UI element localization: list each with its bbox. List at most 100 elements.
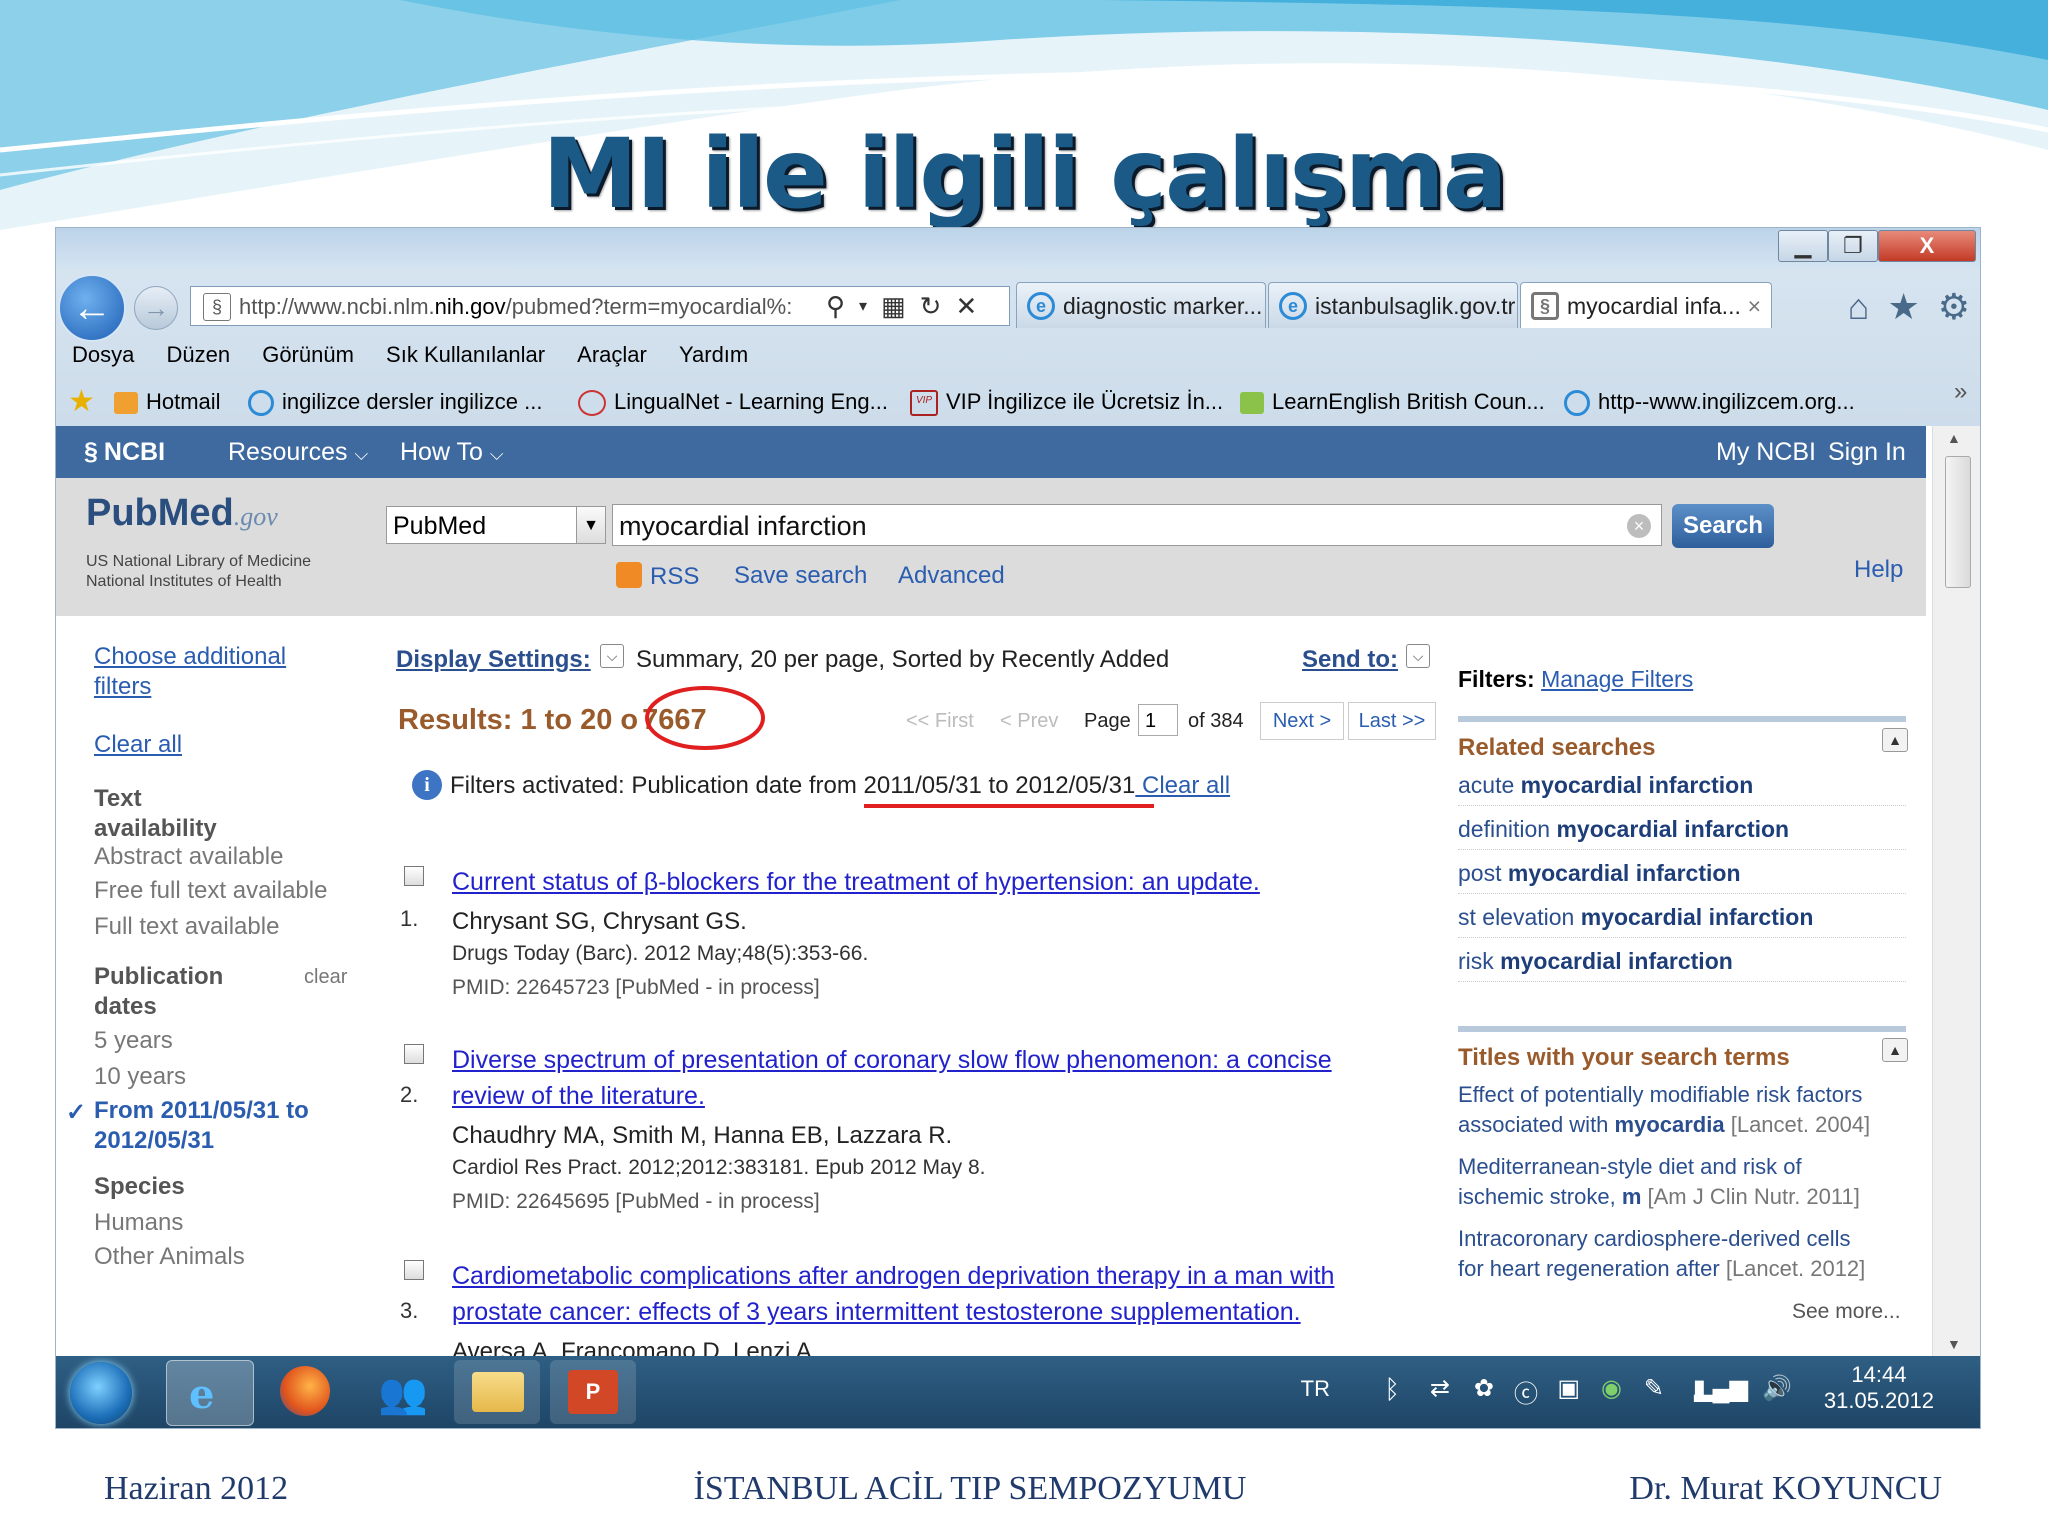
prev-page-link[interactable]: < Prev: [1000, 710, 1058, 733]
tab-diagnostic[interactable]: e diagnostic marker...: [1016, 282, 1266, 328]
rss-link[interactable]: RSS: [616, 562, 699, 591]
filter-10-years[interactable]: 10 years: [94, 1062, 186, 1092]
result-title-link[interactable]: Cardiometabolic complications after andr…: [452, 1258, 1432, 1330]
favorites-overflow-icon[interactable]: »: [1954, 368, 1967, 416]
start-button[interactable]: [70, 1362, 132, 1424]
clear-search-icon[interactable]: ×: [1627, 514, 1651, 538]
see-more-link[interactable]: See more...: [1792, 1300, 1901, 1324]
volume-icon[interactable]: 🔊: [1762, 1374, 1792, 1403]
choose-filters-link[interactable]: Choose additional filters: [94, 642, 286, 702]
scroll-up-icon[interactable]: ▲: [1947, 430, 1961, 446]
gear-icon[interactable]: ⚙: [1938, 286, 1970, 328]
tray-app-icon[interactable]: ▣: [1557, 1374, 1580, 1403]
search-icon[interactable]: ⚲: [826, 291, 845, 322]
collapse-icon[interactable]: ▲: [1882, 728, 1908, 752]
help-link[interactable]: Help: [1854, 556, 1903, 584]
scroll-down-icon[interactable]: ▼: [1947, 1336, 1961, 1352]
home-icon[interactable]: ⌂: [1848, 286, 1870, 328]
taskbar-powerpoint[interactable]: P: [550, 1360, 636, 1424]
taskbar-messenger[interactable]: 👥: [358, 1360, 444, 1424]
scroll-thumb[interactable]: [1945, 456, 1971, 588]
manage-filters-link[interactable]: Manage Filters: [1541, 666, 1693, 692]
related-search-item[interactable]: acute myocardial infarction: [1458, 772, 1906, 806]
filter-humans[interactable]: Humans: [94, 1208, 183, 1238]
menu-sik-kullanilanlar[interactable]: Sık Kullanılanlar: [386, 342, 545, 367]
collapse-icon[interactable]: ▲: [1882, 1038, 1908, 1062]
clock[interactable]: 14:44 31.05.2012: [1824, 1362, 1934, 1414]
menu-yardim[interactable]: Yardım: [679, 342, 748, 367]
tab-istanbulsaglik[interactable]: e istanbulsaglik.gov.tr: [1268, 282, 1518, 328]
language-indicator[interactable]: TR: [1301, 1376, 1330, 1402]
send-to-link[interactable]: Send to:: [1302, 646, 1398, 674]
publication-dates-clear[interactable]: clear: [304, 962, 347, 992]
menu-dosya[interactable]: Dosya: [72, 342, 134, 367]
result-checkbox[interactable]: [404, 1044, 424, 1064]
close-window-button[interactable]: X: [1878, 230, 1976, 262]
database-select[interactable]: PubMed ▼: [386, 506, 606, 544]
sign-in-link[interactable]: Sign In: [1828, 426, 1906, 478]
search-input[interactable]: myocardial infarction ×: [612, 504, 1662, 546]
filter-full-text[interactable]: Full text available: [94, 912, 279, 942]
forward-button[interactable]: →: [134, 286, 178, 330]
add-favorite-star-icon[interactable]: ★: [68, 378, 95, 426]
taskbar-explorer[interactable]: [454, 1360, 540, 1424]
fav-ingilizce-dersler[interactable]: ingilizce dersler ingilizce ...: [248, 378, 542, 426]
next-page-button[interactable]: Next >: [1260, 702, 1344, 740]
fav-lingualnet[interactable]: LingualNet - Learning Eng...: [578, 378, 888, 426]
favorites-star-icon[interactable]: ★: [1887, 286, 1919, 328]
taskbar-firefox[interactable]: [262, 1360, 348, 1424]
menu-araclar[interactable]: Araçlar: [577, 342, 647, 367]
filter-abstract-available[interactable]: Abstract available: [94, 842, 283, 872]
fav-ingilizcem[interactable]: http--www.ingilizcem.org...: [1564, 378, 1855, 426]
page-number-input[interactable]: 1: [1138, 704, 1178, 736]
vertical-scrollbar[interactable]: ▲ ▼: [1932, 426, 1980, 1356]
refresh-icon[interactable]: ↻: [920, 291, 942, 322]
my-ncbi-link[interactable]: My NCBI: [1716, 426, 1816, 478]
stop-icon[interactable]: ✕: [955, 291, 977, 322]
taskbar-ie[interactable]: e: [166, 1360, 254, 1426]
save-search-link[interactable]: Save search: [734, 562, 867, 590]
tray-app-icon[interactable]: ⓒ: [1514, 1374, 1538, 1409]
related-search-item[interactable]: definition myocardial infarction: [1458, 816, 1906, 850]
compat-view-icon[interactable]: ▦: [881, 291, 906, 322]
close-tab-icon[interactable]: ×: [1748, 283, 1761, 328]
bluetooth-icon[interactable]: ᛒ: [1384, 1374, 1400, 1405]
title-with-terms-item[interactable]: Intracoronary cardiosphere-derived cells…: [1458, 1224, 1918, 1284]
resources-menu[interactable]: Resources ⌵: [228, 426, 368, 480]
clear-all-filters-link[interactable]: Clear all: [94, 730, 182, 760]
result-checkbox[interactable]: [404, 866, 424, 886]
pubmed-logo[interactable]: PubMed.gov: [86, 492, 278, 535]
menu-gorunum[interactable]: Görünüm: [262, 342, 354, 367]
search-button[interactable]: Search: [1672, 504, 1774, 548]
title-with-terms-item[interactable]: Mediterranean-style diet and risk of isch…: [1458, 1152, 1918, 1212]
filter-free-full-text[interactable]: Free full text available: [94, 876, 327, 906]
dropdown-icon[interactable]: ▾: [859, 296, 867, 316]
first-page-link[interactable]: << First: [906, 710, 974, 733]
tray-app-icon[interactable]: ✿: [1474, 1374, 1494, 1403]
filter-custom-date-range[interactable]: From 2011/05/31 to 2012/05/31: [94, 1096, 309, 1156]
ncbi-logo[interactable]: § NCBI: [84, 426, 165, 478]
minimize-button[interactable]: ▁: [1778, 230, 1828, 262]
fav-hotmail[interactable]: Hotmail: [114, 378, 221, 426]
howto-menu[interactable]: How To ⌵: [400, 426, 504, 480]
chevron-down-icon[interactable]: ⌵: [1406, 644, 1430, 668]
display-settings-link[interactable]: Display Settings:: [396, 646, 591, 674]
tray-app-icon[interactable]: ◉: [1601, 1374, 1622, 1403]
maximize-button[interactable]: ❐: [1828, 230, 1878, 262]
advanced-link[interactable]: Advanced: [898, 562, 1005, 590]
filters-clear-all-link[interactable]: Clear all: [1135, 772, 1230, 799]
filter-5-years[interactable]: 5 years: [94, 1026, 173, 1056]
signal-icon[interactable]: ▂▄▆: [1694, 1374, 1748, 1403]
last-page-button[interactable]: Last >>: [1348, 702, 1436, 740]
tab-myocardial[interactable]: § myocardial infa... ×: [1520, 282, 1772, 328]
chevron-down-icon[interactable]: ⌵: [600, 644, 624, 668]
menu-duzen[interactable]: Düzen: [166, 342, 230, 367]
fav-learnenglish[interactable]: LearnEnglish British Coun...: [1240, 378, 1545, 426]
result-title-link[interactable]: Diverse spectrum of presentation of coro…: [452, 1042, 1432, 1114]
title-with-terms-item[interactable]: Effect of potentially modifiable risk fa…: [1458, 1080, 1918, 1140]
network-icon[interactable]: ⇄: [1430, 1374, 1450, 1403]
related-search-item[interactable]: risk myocardial infarction: [1458, 948, 1906, 982]
related-search-item[interactable]: st elevation myocardial infarction: [1458, 904, 1906, 938]
fav-vip-ingilizce[interactable]: VIP VIP İngilizce ile Ücretsiz İn...: [910, 378, 1223, 426]
related-search-item[interactable]: post myocardial infarction: [1458, 860, 1906, 894]
